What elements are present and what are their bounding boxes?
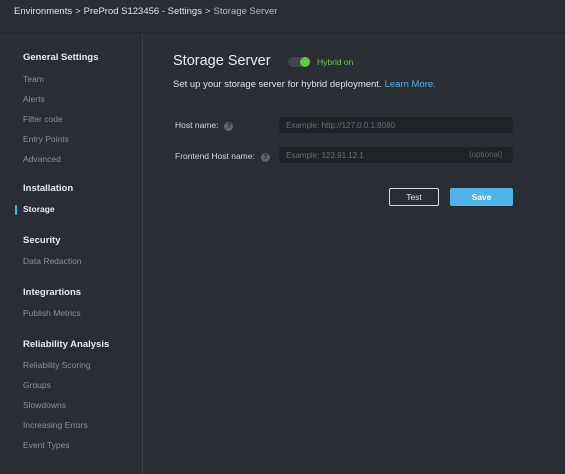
sidebar-item-slowdowns[interactable]: Slowdowns xyxy=(23,400,66,410)
test-button[interactable]: Test xyxy=(389,188,439,206)
sidebar-section-reliability-analysis: Reliability Analysis xyxy=(23,339,110,350)
sidebar-section-installation: Installation xyxy=(23,183,74,194)
help-icon[interactable]: ? xyxy=(260,153,270,162)
sidebar-item-data-redaction[interactable]: Data Redaction xyxy=(23,256,82,266)
host-name-label-text: Host name: xyxy=(175,120,219,130)
subtitle-text: Set up your storage server for hybrid de… xyxy=(173,79,382,90)
active-indicator xyxy=(15,205,17,215)
breadcrumb-preprod-settings[interactable]: PreProd S123456 - Settings xyxy=(84,6,202,17)
toggle-knob xyxy=(300,57,310,67)
sidebar-item-advanced[interactable]: Advanced xyxy=(23,154,61,164)
breadcrumb-current: Storage Server xyxy=(213,6,278,17)
sidebar-item-reliability-scoring[interactable]: Reliability Scoring xyxy=(23,360,91,370)
breadcrumb: Environments > PreProd S123456 - Settings >… xyxy=(14,6,277,17)
top-bar: Environments > PreProd S123456 - Settings >… xyxy=(0,0,565,33)
sidebar: General Settings Team Alerts Filter code… xyxy=(0,33,143,474)
sidebar-item-event-types[interactable]: Event Types xyxy=(23,440,70,450)
learn-more-link[interactable]: Learn More. xyxy=(385,79,436,90)
sidebar-item-alerts[interactable]: Alerts xyxy=(23,94,45,104)
breadcrumb-separator: > xyxy=(75,6,81,17)
save-button[interactable]: Save xyxy=(450,188,513,206)
sidebar-item-entry-points[interactable]: Entry Points xyxy=(23,134,69,144)
frontend-host-name-label-text: Frontend Host name: xyxy=(175,151,255,161)
sidebar-item-team[interactable]: Team xyxy=(23,74,44,84)
breadcrumb-separator: > xyxy=(204,6,211,17)
sidebar-item-filter-code[interactable]: Filter code xyxy=(23,114,63,124)
page-subtitle: Set up your storage server for hybrid de… xyxy=(173,79,436,90)
help-icon[interactable]: ? xyxy=(224,122,234,131)
sidebar-item-publish-metrics[interactable]: Publish Metrics xyxy=(23,308,81,318)
sidebar-item-increasing-errors[interactable]: Increasing Errors xyxy=(23,420,88,430)
sidebar-item-storage[interactable]: Storage xyxy=(23,204,55,214)
optional-hint: (optional) xyxy=(469,150,503,159)
sidebar-item-groups[interactable]: Groups xyxy=(23,380,51,390)
main-panel: Storage Server Hybrid on Set up your sto… xyxy=(143,33,565,474)
breadcrumb-environments[interactable]: Environments xyxy=(14,6,72,17)
page-title: Storage Server xyxy=(173,53,271,69)
hybrid-toggle-label: Hybrid on xyxy=(317,57,354,67)
host-name-label: Host name:? xyxy=(175,120,234,131)
hybrid-toggle[interactable] xyxy=(288,57,310,67)
sidebar-section-security: Security xyxy=(23,235,61,246)
sidebar-section-general-settings: General Settings xyxy=(23,52,99,63)
host-name-input[interactable] xyxy=(278,116,514,134)
sidebar-section-integrations: Integrartions xyxy=(23,287,82,298)
frontend-host-name-label: Frontend Host name:? xyxy=(175,151,270,162)
